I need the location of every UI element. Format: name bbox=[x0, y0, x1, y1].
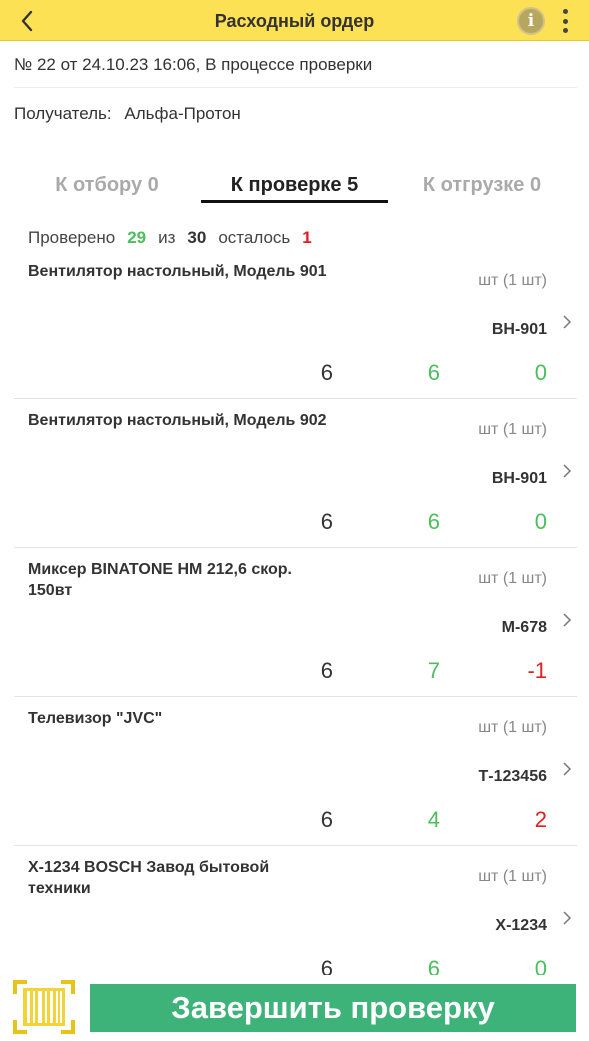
item-qty-checked: 6 bbox=[427, 956, 440, 975]
item-qty-plan: 6 bbox=[320, 956, 333, 975]
item-qty-diff: 2 bbox=[534, 807, 547, 832]
item-qty-checked: 7 bbox=[427, 658, 440, 683]
item-name: Вентилятор настольный, Модель 902 bbox=[28, 412, 327, 429]
checked-count: 29 bbox=[127, 228, 147, 247]
tab-to-ship[interactable]: К отгрузке 0 bbox=[405, 174, 559, 197]
list-item[interactable]: Телевизор "JVC" шт (1 шт) Т-123456 6 4 2 bbox=[0, 697, 589, 846]
barcode-scanner-icon[interactable] bbox=[13, 980, 75, 1034]
item-qty-checked: 6 bbox=[427, 509, 440, 534]
item-code: М-678 bbox=[501, 619, 547, 636]
item-qty-diff: 0 bbox=[534, 360, 547, 385]
remaining-label: осталось bbox=[218, 228, 291, 247]
item-list: Вентилятор настольный, Модель 901 шт (1 … bbox=[0, 250, 589, 975]
recipient-row: Получатель: Альфа-Протон bbox=[14, 104, 241, 124]
list-item[interactable]: X-1234 BOSCH Завод бытовой техники шт (1… bbox=[0, 846, 589, 975]
page-title: Расходный ордер bbox=[214, 11, 375, 31]
item-name: X-1234 BOSCH Завод бытовой техники bbox=[28, 859, 270, 897]
item-qty-checked: 4 bbox=[427, 807, 440, 832]
item-qty-diff: -1 bbox=[527, 658, 547, 683]
divider bbox=[14, 87, 577, 88]
item-unit: шт (1 шт) bbox=[478, 868, 547, 885]
list-item[interactable]: Вентилятор настольный, Модель 901 шт (1 … bbox=[0, 250, 589, 399]
item-name: Телевизор "JVC" bbox=[28, 710, 163, 727]
item-qty-plan: 6 bbox=[320, 807, 333, 832]
item-qty-plan: 6 bbox=[320, 658, 333, 683]
item-code: Т-123456 bbox=[478, 768, 548, 785]
info-icon[interactable]: i bbox=[517, 7, 545, 35]
more-vertical-icon[interactable] bbox=[558, 9, 572, 33]
document-status-line: № 22 от 24.10.23 16:06, В процессе прове… bbox=[14, 55, 373, 74]
chevron-right-icon bbox=[563, 911, 572, 925]
item-qty-diff: 0 bbox=[534, 956, 547, 975]
item-unit: шт (1 шт) bbox=[478, 272, 547, 289]
tab-to-check[interactable]: К проверке 5 bbox=[201, 174, 388, 197]
item-name: Вентилятор настольный, Модель 901 bbox=[28, 263, 327, 280]
remaining-count: 1 bbox=[302, 228, 312, 247]
item-unit: шт (1 шт) bbox=[478, 719, 547, 736]
item-code: ВН-901 bbox=[491, 470, 547, 487]
checked-label: Проверено bbox=[28, 228, 116, 247]
list-item[interactable]: Миксер BINATONE HM 212,6 скор. 150вт шт … bbox=[0, 548, 589, 697]
chevron-right-icon bbox=[563, 613, 572, 627]
finish-check-button[interactable]: Завершить проверку bbox=[90, 984, 576, 1032]
check-progress: Проверено 29 из 30 осталось 1 bbox=[28, 228, 312, 248]
item-name: Миксер BINATONE HM 212,6 скор. 150вт bbox=[28, 561, 292, 599]
chevron-right-icon bbox=[563, 315, 572, 329]
item-qty-diff: 0 bbox=[534, 509, 547, 534]
item-qty-plan: 6 bbox=[320, 509, 333, 534]
chevron-right-icon bbox=[563, 464, 572, 478]
total-count: 30 bbox=[187, 228, 207, 247]
list-item[interactable]: Вентилятор настольный, Модель 902 шт (1 … bbox=[0, 399, 589, 548]
recipient-label: Получатель: bbox=[14, 104, 112, 123]
chevron-right-icon bbox=[563, 762, 572, 776]
item-code: X-1234 bbox=[495, 917, 547, 934]
recipient-value: Альфа-Протон bbox=[124, 104, 241, 123]
of-label: из bbox=[158, 228, 176, 247]
item-qty-checked: 6 bbox=[427, 360, 440, 385]
item-qty-plan: 6 bbox=[320, 360, 333, 385]
item-code: ВН-901 bbox=[491, 321, 547, 338]
item-unit: шт (1 шт) bbox=[478, 570, 547, 587]
top-bar: Расходный ордер i bbox=[0, 0, 589, 41]
tab-to-pick[interactable]: К отбору 0 bbox=[28, 174, 186, 197]
item-unit: шт (1 шт) bbox=[478, 421, 547, 438]
active-tab-indicator bbox=[201, 200, 388, 203]
